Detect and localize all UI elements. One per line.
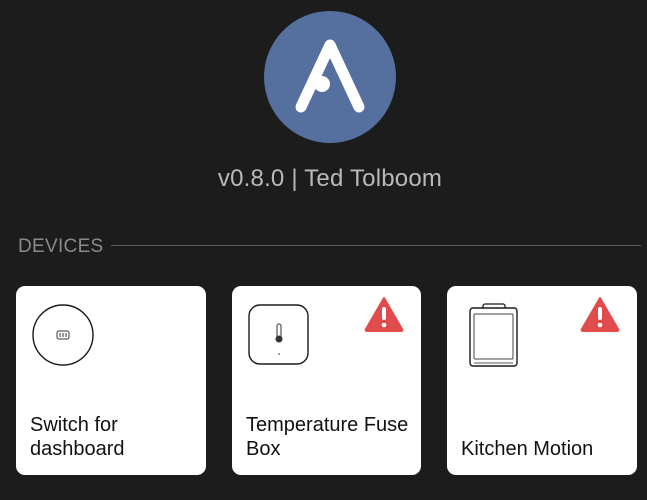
warning-icon[interactable] <box>580 296 620 337</box>
device-card-temperature-fuse-box[interactable]: Temperature Fuse Box <box>232 286 421 475</box>
warning-icon[interactable] <box>364 296 404 337</box>
device-name: Kitchen Motion <box>461 438 594 460</box>
device-name: Temperature Fuse Box <box>246 414 409 460</box>
motion-sensor-panel-icon <box>462 303 526 374</box>
version-author-text: v0.8.0 | Ted Tolboom <box>217 165 443 192</box>
app-logo-icon <box>264 11 396 143</box>
section-divider <box>111 245 641 246</box>
device-card-switch-for-dashboard[interactable]: Switch for dashboard <box>16 286 206 475</box>
xiaomi-round-switch-icon <box>31 303 95 372</box>
device-card-kitchen-motion[interactable]: Kitchen Motion <box>447 286 637 475</box>
device-name: Switch for dashboard <box>30 414 125 460</box>
devices-section-title: DEVICES <box>18 236 104 257</box>
temperature-sensor-icon <box>247 303 311 372</box>
app-screen: v0.8.0 | Ted Tolboom DEVICES Switch for … <box>0 0 647 500</box>
